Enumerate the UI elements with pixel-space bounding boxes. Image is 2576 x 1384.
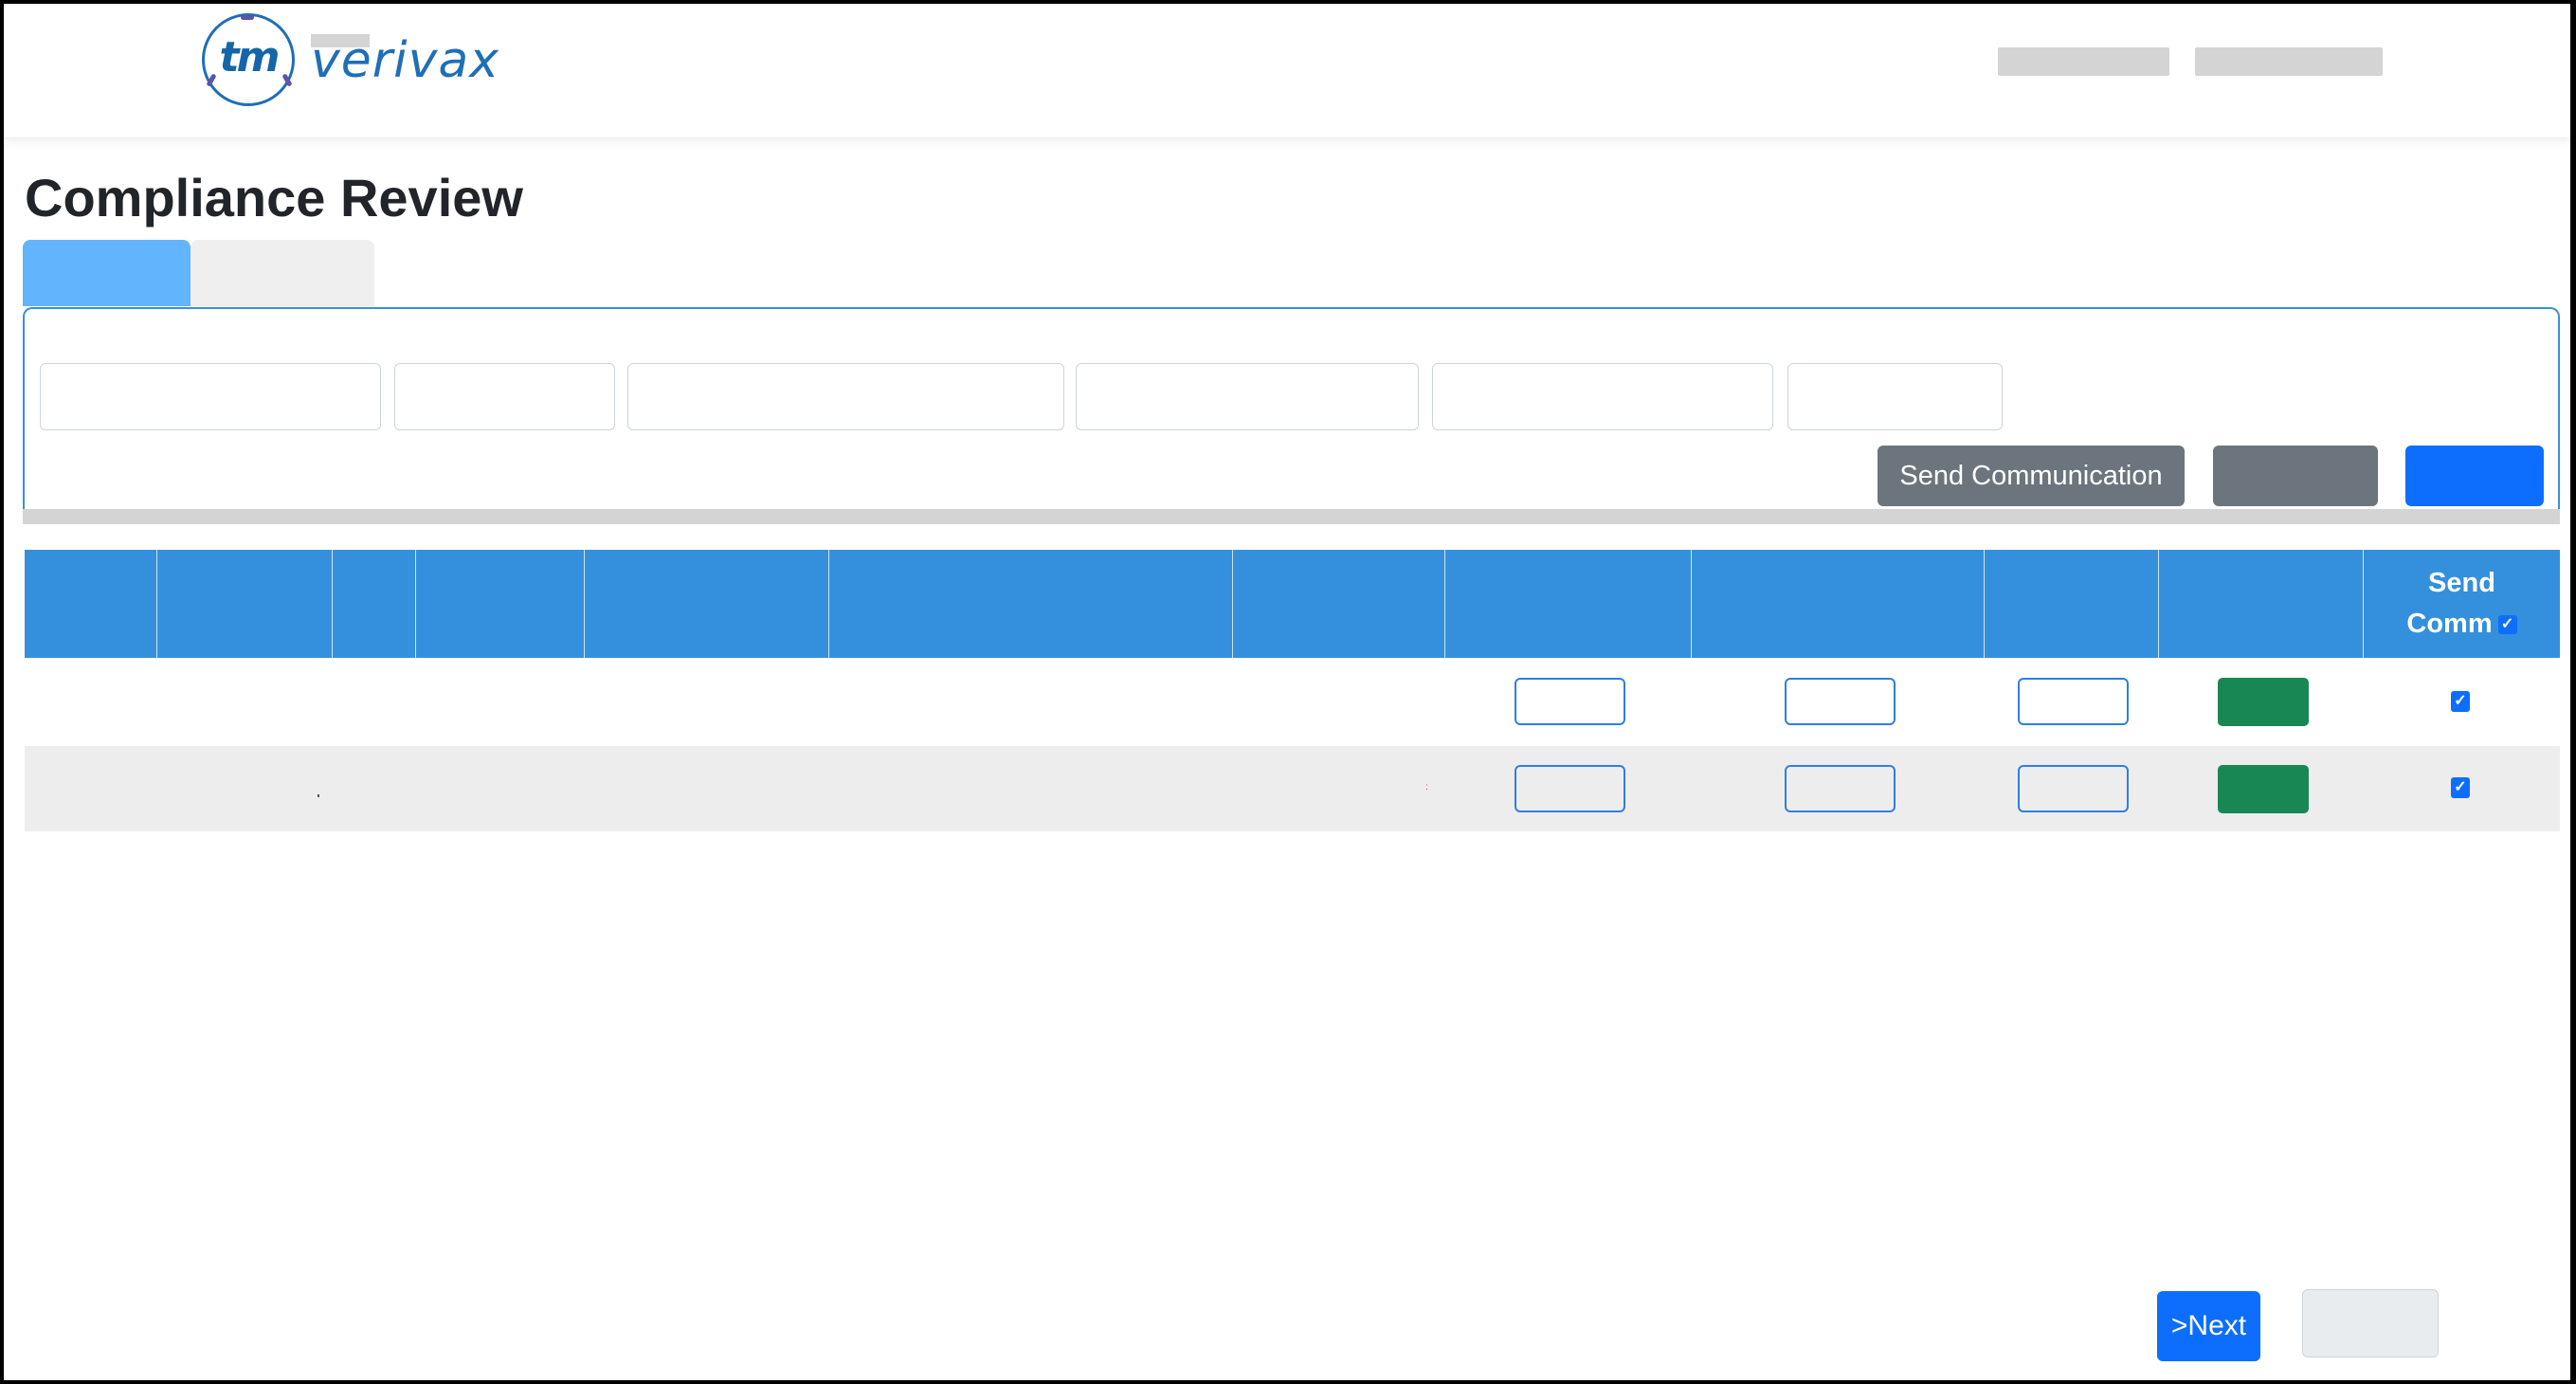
row-input-1[interactable]	[1515, 765, 1625, 812]
filter-field-1[interactable]	[40, 363, 381, 430]
tab-2[interactable]	[190, 240, 374, 306]
nav-link-2[interactable]	[2195, 47, 2383, 76]
column-header[interactable]	[1691, 550, 1692, 658]
redacted-label	[311, 34, 370, 47]
select-all-checkbox[interactable]: ✓	[2497, 615, 2517, 635]
column-header[interactable]	[1984, 550, 1985, 658]
row-action-button[interactable]	[2218, 765, 2309, 813]
column-header[interactable]	[828, 550, 829, 658]
send-comm-header-line1: Send	[2428, 568, 2495, 598]
send-communication-button[interactable]: Send Communication	[1878, 446, 2185, 506]
filter-field-6[interactable]	[1787, 363, 2003, 430]
logo-icon[interactable]: tm	[202, 13, 295, 106]
logo-dash	[241, 15, 254, 20]
row-action-button[interactable]	[2218, 678, 2309, 726]
filter-field-5[interactable]	[1432, 363, 1773, 430]
column-header[interactable]	[156, 550, 157, 658]
send-comm-checkbox[interactable]: ✓	[2451, 777, 2470, 798]
column-header[interactable]	[1444, 550, 1445, 658]
filter-field-4[interactable]	[1076, 363, 1419, 430]
row-input-2[interactable]	[1785, 678, 1896, 725]
column-header[interactable]	[584, 550, 585, 658]
table-header: Send Comm ✓	[25, 550, 2560, 658]
primary-button[interactable]	[2405, 446, 2544, 506]
app-window: tm verivax Compliance Review Send Commun…	[4, 4, 2570, 1380]
panel-scrollbar[interactable]	[23, 509, 2560, 524]
top-navbar: tm verivax	[4, 4, 2570, 138]
row-input-3[interactable]	[2018, 678, 2129, 725]
secondary-button[interactable]	[2213, 446, 2378, 506]
logo-mark: tm	[219, 33, 281, 82]
row-input-1[interactable]	[1515, 678, 1625, 725]
table-row: ✓	[25, 658, 2560, 746]
page-title: Compliance Review	[25, 168, 523, 228]
cell-text-fragment	[317, 794, 319, 797]
disabled-button[interactable]	[2302, 1289, 2439, 1357]
column-header[interactable]	[1232, 550, 1233, 658]
tab-1[interactable]	[23, 240, 190, 306]
send-comm-header: Send Comm ✓	[2363, 550, 2560, 658]
send-comm-checkbox[interactable]: ✓	[2451, 691, 2470, 712]
column-header[interactable]	[332, 550, 333, 658]
row-input-2[interactable]	[1785, 765, 1896, 812]
row-input-3[interactable]	[2018, 765, 2129, 812]
table-row: : ✓	[25, 746, 2560, 831]
send-comm-header-line2: Comm	[2406, 609, 2493, 639]
column-header[interactable]	[2158, 550, 2159, 658]
nav-link-1[interactable]	[1998, 47, 2169, 76]
cell-text-fragment: :	[1425, 782, 1428, 792]
column-header[interactable]	[415, 550, 416, 658]
filter-field-3[interactable]	[627, 363, 1064, 430]
filter-field-2[interactable]	[394, 363, 615, 430]
next-button[interactable]: >Next	[2157, 1291, 2260, 1361]
send-comm-header-line2-wrap: Comm ✓	[2406, 604, 2517, 645]
